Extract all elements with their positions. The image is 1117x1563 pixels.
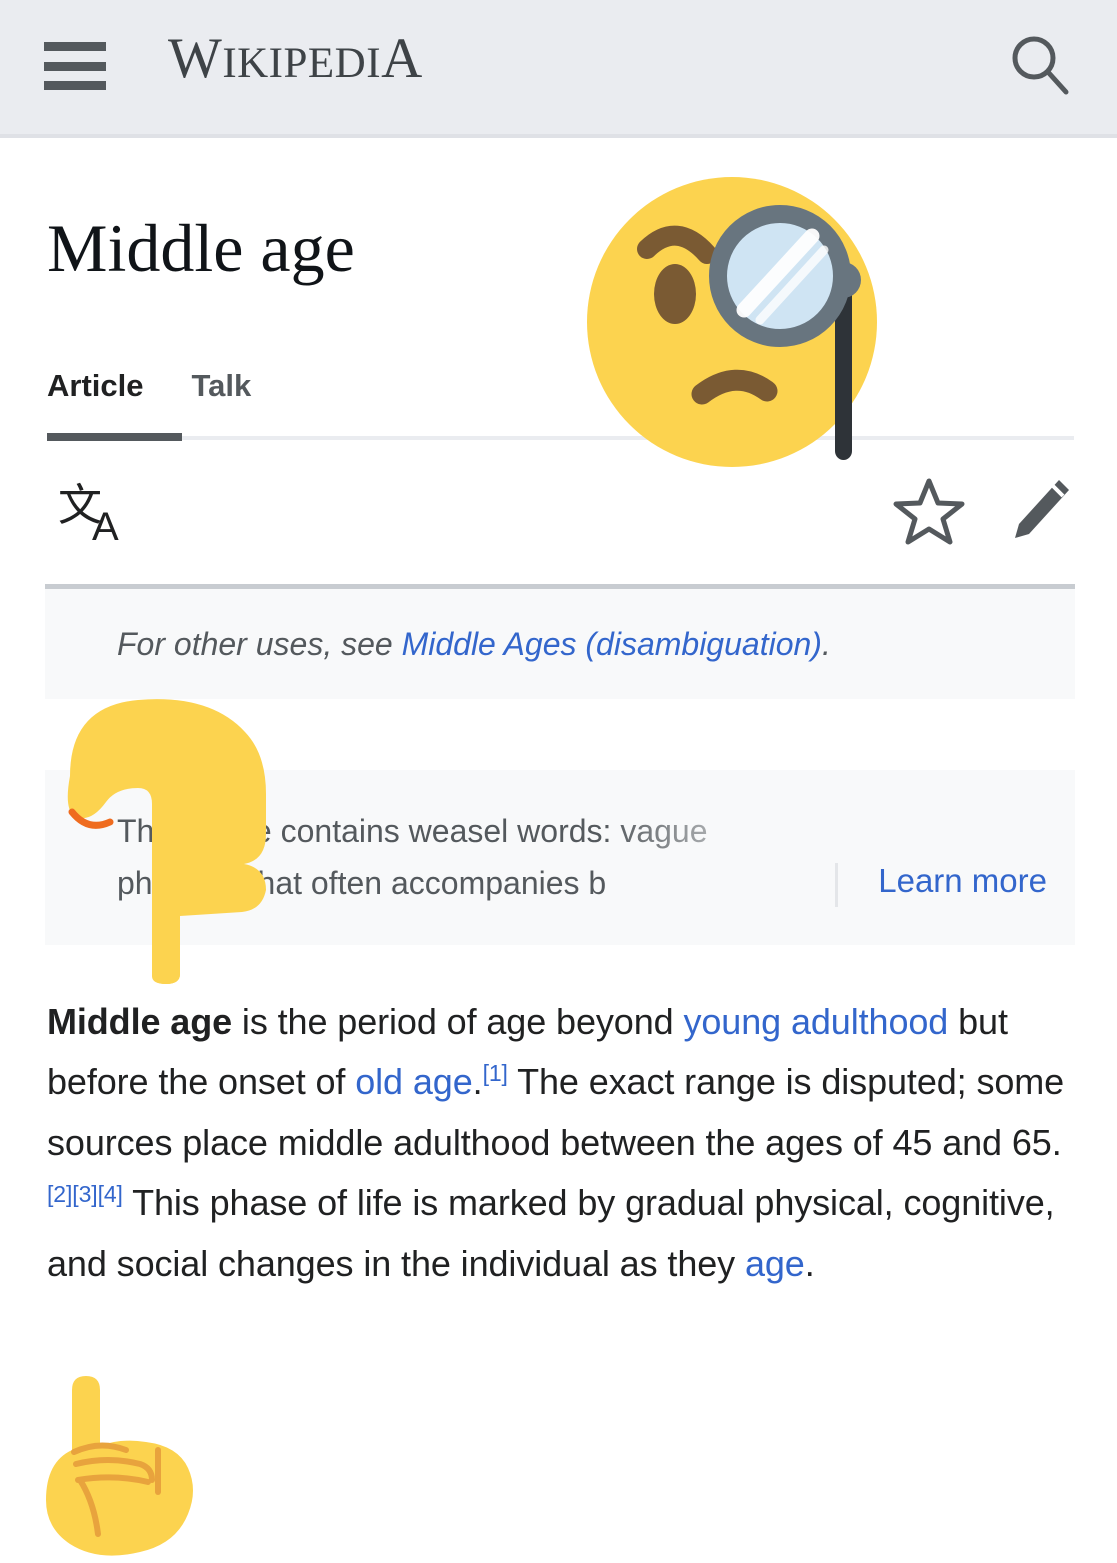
lead-s3: . — [472, 1061, 483, 1103]
watch-star-icon[interactable] — [893, 476, 965, 548]
hamburger-menu-icon[interactable] — [44, 38, 106, 94]
backhand-index-pointing-down-emoji — [67, 699, 266, 984]
page-title: Middle age — [47, 210, 355, 286]
index-pointing-up-emoji — [46, 1376, 193, 1556]
svg-text:A: A — [92, 505, 119, 548]
link-age[interactable]: age — [745, 1243, 805, 1284]
link-young-adulthood[interactable]: young adulthood — [683, 1001, 948, 1042]
wikipedia-wordmark[interactable]: WIKIPEDIA — [168, 26, 423, 91]
citation-ref-2[interactable]: [2] — [47, 1181, 72, 1207]
search-icon[interactable] — [1007, 32, 1073, 98]
tab-active-indicator — [47, 433, 182, 441]
notice-divider — [835, 863, 838, 907]
hatnote-suffix: . — [821, 626, 831, 662]
citation-ref-1[interactable]: [1] — [483, 1060, 508, 1086]
face-with-monocle-emoji — [587, 177, 877, 467]
tab-talk[interactable]: Talk — [191, 368, 251, 426]
language-icon[interactable]: 文 A — [56, 476, 134, 548]
article-tabs: Article Talk — [47, 368, 251, 426]
lead-s5: This phase of life is marked by gradual … — [47, 1182, 1055, 1284]
hatnote-text: For other uses, see Middle Ages (disambi… — [117, 619, 1075, 671]
tabs-divider — [47, 436, 1074, 440]
hatnote-notice: For other uses, see Middle Ages (disambi… — [45, 584, 1075, 699]
tab-article[interactable]: Article — [47, 368, 143, 426]
wikipedia-article-page: WIKIPEDIA Middle age Article Talk 文 A Fo… — [0, 0, 1117, 1563]
wordmark-w: W — [168, 27, 223, 90]
hatnote-link[interactable]: Middle Ages (disambiguation) — [402, 626, 822, 662]
hatnote-prefix: For other uses, see — [117, 626, 402, 662]
citation-ref-3[interactable]: [3] — [72, 1181, 97, 1207]
lead-s1: is the period of age beyond — [232, 1001, 684, 1042]
wordmark-middle: IKIPEDI — [222, 40, 382, 87]
article-action-bar: 文 A — [0, 470, 1117, 556]
site-header: WIKIPEDIA — [0, 0, 1117, 138]
edit-pencil-icon[interactable] — [1003, 474, 1075, 546]
link-old-age[interactable]: old age — [355, 1061, 473, 1102]
lead-paragraph: Middle age is the period of age beyond y… — [47, 992, 1067, 1294]
citation-ref-4[interactable]: [4] — [98, 1181, 123, 1207]
learn-more-link[interactable]: Learn more — [878, 862, 1047, 900]
lead-s6: . — [804, 1242, 815, 1284]
lead-bold-term: Middle age — [47, 1001, 233, 1042]
wordmark-a: A — [381, 27, 423, 90]
